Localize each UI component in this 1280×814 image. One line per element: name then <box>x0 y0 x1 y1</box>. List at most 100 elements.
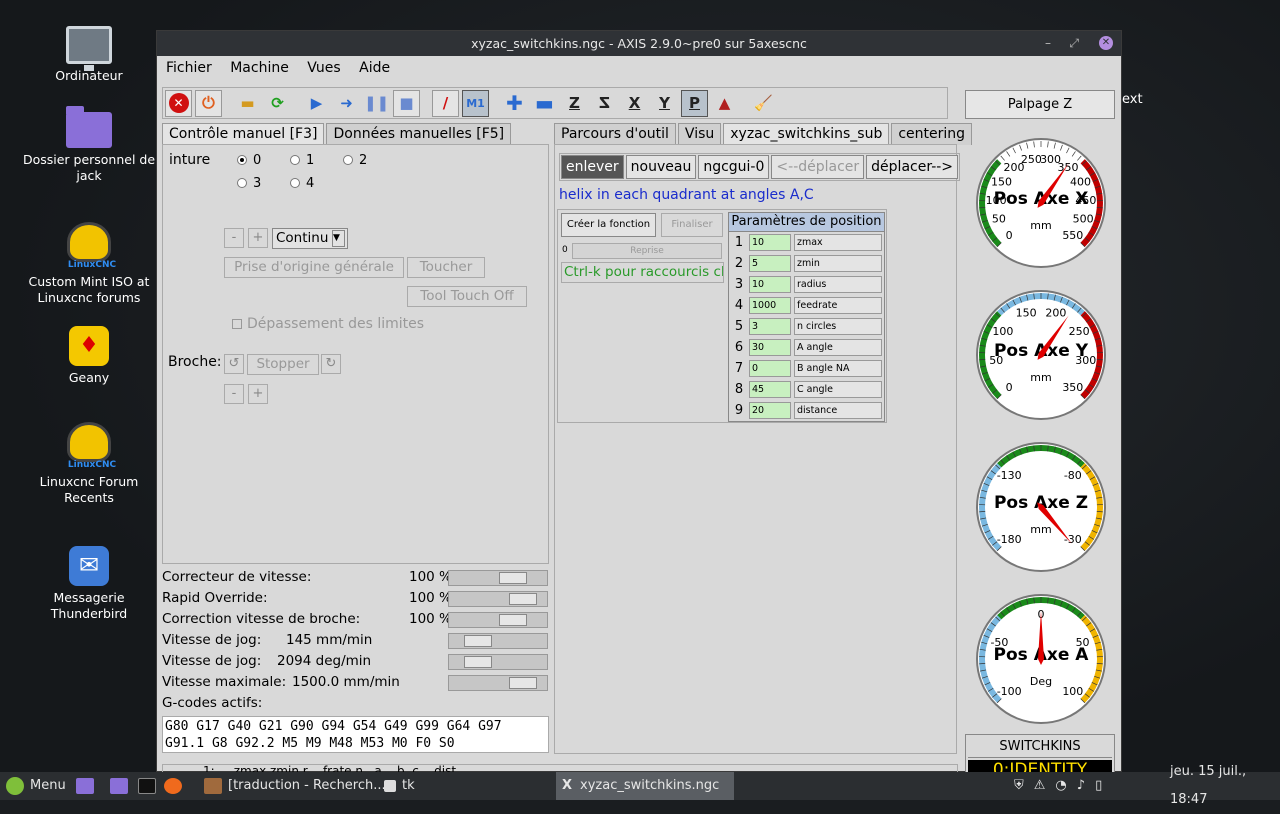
override-limits-checkbox[interactable]: Dépassement des limites <box>232 316 424 332</box>
param-value-input[interactable]: 0 <box>749 360 791 377</box>
shield-icon[interactable]: ⛨ <box>1014 772 1024 800</box>
max-velocity-slider[interactable] <box>448 675 548 691</box>
param-value-input[interactable]: 5 <box>749 255 791 272</box>
axis-radio-3[interactable]: 3 <box>237 176 261 191</box>
taskbar-task-firefox[interactable]: [traduction - Recherch... <box>204 772 386 800</box>
view-y-button[interactable]: Y <box>651 90 678 117</box>
param-comment: feedrate <box>794 297 882 314</box>
battery-icon[interactable]: ▯ <box>1095 772 1102 800</box>
view-x-button[interactable]: X <box>621 90 648 117</box>
spindle-override-slider[interactable] <box>448 612 548 628</box>
param-value-input[interactable]: 10 <box>749 234 791 251</box>
step-button[interactable]: ➜ <box>333 90 360 117</box>
remove-button[interactable]: enlever <box>561 155 624 179</box>
move-left-button[interactable]: <--déplacer <box>771 155 864 179</box>
slider-knob[interactable] <box>499 572 527 584</box>
param-value-input[interactable]: 1000 <box>749 297 791 314</box>
close-icon[interactable]: ✕ <box>1099 36 1113 50</box>
rotate-view-button[interactable]: ▲ <box>711 90 738 117</box>
clock[interactable]: jeu. 15 juil., 18:47 <box>1170 772 1280 800</box>
spindle-stop-button[interactable]: Stopper <box>247 354 319 375</box>
axis-radio-4[interactable]: 4 <box>290 176 314 191</box>
desktop-icon-geany[interactable]: ♦ Geany <box>14 326 164 386</box>
menu-help[interactable]: Aide <box>359 60 390 76</box>
maximize-icon[interactable]: ⤢ <box>1069 31 1079 56</box>
new-button[interactable]: nouveau <box>626 155 697 179</box>
slider-knob[interactable] <box>464 656 492 668</box>
tab-mdi[interactable]: Données manuelles [F5] <box>326 123 511 145</box>
block-delete-button[interactable]: / <box>432 90 459 117</box>
axis-radio-0[interactable]: 0 <box>237 153 261 168</box>
desktop-icon-custom-mint[interactable]: LinuxCNC Custom Mint ISO at Linuxcnc for… <box>14 222 164 306</box>
estop-button[interactable]: ✕ <box>165 90 192 117</box>
view-z-button[interactable]: Z <box>561 90 588 117</box>
param-value-input[interactable]: 45 <box>749 381 791 398</box>
slider-knob[interactable] <box>499 614 527 626</box>
tab-xyzac-switchkins-sub[interactable]: xyzac_switchkins_sub <box>723 123 889 145</box>
jog-speed-slider[interactable] <box>448 633 548 649</box>
open-file-button[interactable]: ▬ <box>234 90 261 117</box>
spindle-ccw-button[interactable]: ↺ <box>224 354 244 374</box>
taskbar-task-tk[interactable]: tk <box>384 772 415 800</box>
rapid-override-slider[interactable] <box>448 591 548 607</box>
param-row: 310radius <box>729 274 884 295</box>
taskbar-launcher-home[interactable] <box>110 772 134 800</box>
tab-centering[interactable]: centering <box>891 123 972 145</box>
minimize-icon[interactable]: – <box>1045 31 1051 56</box>
axis-radio-1[interactable]: 1 <box>290 153 314 168</box>
pause-button[interactable]: ❚❚ <box>363 90 390 117</box>
start-menu-button[interactable]: Menu <box>6 772 66 800</box>
jog-mode-select[interactable]: Continu ▼ <box>272 228 348 249</box>
param-value-input[interactable]: 30 <box>749 339 791 356</box>
param-value-input[interactable]: 10 <box>749 276 791 293</box>
taskbar-launcher-firefox[interactable] <box>164 772 188 800</box>
tool-touch-off-button[interactable]: Tool Touch Off <box>407 286 527 307</box>
palpage-z-button[interactable]: Palpage Z <box>965 90 1115 119</box>
feed-override-slider[interactable] <box>448 570 548 586</box>
jog-plus-button[interactable]: + <box>248 228 268 248</box>
desktop-icon-computer[interactable]: Ordinateur <box>14 26 164 84</box>
taskbar-launcher-files[interactable] <box>76 772 100 800</box>
spindle-slower-button[interactable]: - <box>224 384 244 404</box>
taskbar-launcher-terminal[interactable] <box>138 772 162 800</box>
spindle-cw-button[interactable]: ↻ <box>321 354 341 374</box>
slider-knob[interactable] <box>509 593 537 605</box>
run-button[interactable]: ▶ <box>303 90 330 117</box>
param-value-input[interactable]: 3 <box>749 318 791 335</box>
clear-plot-button[interactable]: 🧹 <box>750 90 777 117</box>
menu-views[interactable]: Vues <box>307 60 340 76</box>
move-right-button[interactable]: déplacer--> <box>866 155 958 179</box>
view-z-rotated-button[interactable]: Z <box>591 90 618 117</box>
network-icon[interactable]: ◔ <box>1055 772 1066 800</box>
zoom-in-button[interactable]: ✚ <box>501 90 528 117</box>
machine-power-button[interactable]: ⏻ <box>195 90 222 117</box>
menu-machine[interactable]: Machine <box>230 60 289 76</box>
reprise-button[interactable]: Reprise <box>572 243 722 259</box>
create-feature-button[interactable]: Créer la fonction <box>561 213 656 237</box>
touch-off-button[interactable]: Toucher <box>407 257 485 278</box>
desktop-icon-thunderbird[interactable]: ✉ Messagerie Thunderbird <box>14 546 164 622</box>
desktop-icon-linuxcnc-forum[interactable]: LinuxCNC Linuxcnc Forum Recents <box>14 422 164 506</box>
angular-jog-speed-slider[interactable] <box>448 654 548 670</box>
taskbar-task-axis[interactable]: X xyzac_switchkins.ngc <box>556 772 734 800</box>
tab-toolpath[interactable]: Parcours d'outil <box>554 123 676 145</box>
jog-minus-button[interactable]: - <box>224 228 244 248</box>
slider-knob[interactable] <box>464 635 492 647</box>
zoom-out-button[interactable]: ▬ <box>531 90 558 117</box>
home-all-button[interactable]: Prise d'origine générale <box>224 257 404 278</box>
reload-button[interactable]: ⟳ <box>264 90 291 117</box>
param-value-input[interactable]: 20 <box>749 402 791 419</box>
volume-icon[interactable]: ♪ <box>1077 772 1085 800</box>
desktop-icon-home-folder[interactable]: Dossier personnel de jack <box>14 112 164 184</box>
spindle-faster-button[interactable]: + <box>248 384 268 404</box>
stop-button[interactable]: ■ <box>393 90 420 117</box>
view-perspective-button[interactable]: P <box>681 90 708 117</box>
menu-file[interactable]: Fichier <box>166 60 212 76</box>
tab-manual-control[interactable]: Contrôle manuel [F3] <box>162 123 324 145</box>
update-icon[interactable]: ⚠ <box>1034 772 1046 800</box>
slider-knob[interactable] <box>509 677 537 689</box>
finalize-button[interactable]: Finaliser <box>661 213 723 237</box>
tab-dro[interactable]: Visu <box>678 123 721 145</box>
axis-radio-2[interactable]: 2 <box>343 153 367 168</box>
optional-stop-button[interactable]: M1 <box>462 90 489 117</box>
